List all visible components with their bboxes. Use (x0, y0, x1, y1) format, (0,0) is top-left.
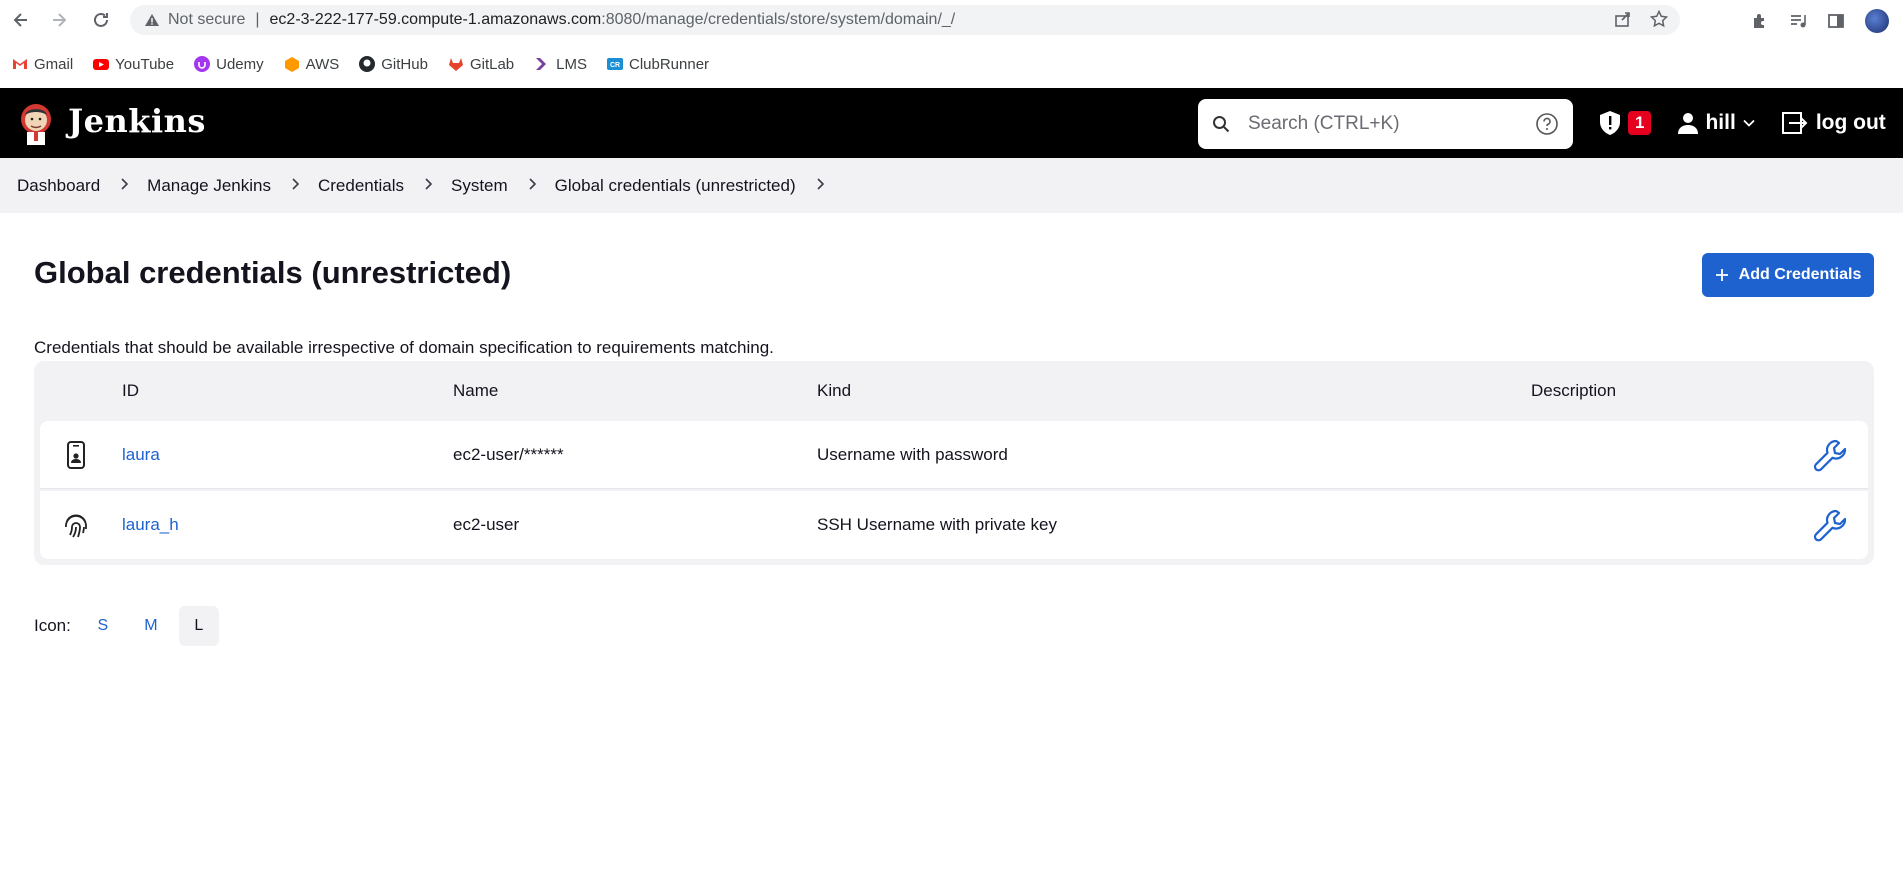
credential-kind: Username with password (817, 445, 1008, 464)
jenkins-header: Jenkins 1 hill log out (0, 88, 1903, 158)
search-input[interactable] (1248, 113, 1538, 135)
user-icon (1678, 113, 1699, 134)
bookmarks-bar: Gmail YouTube Udemy AWS GitHub GitLab LM… (0, 40, 1903, 88)
lms-icon (536, 58, 547, 70)
bookmark-label: Gmail (34, 55, 74, 73)
credential-id-link[interactable]: laura (122, 445, 160, 465)
logout-label: log out (1815, 111, 1886, 134)
url-host: ec2-3-222-177-59.compute-1.amazonaws.com (269, 11, 602, 28)
column-kind[interactable]: Kind (817, 381, 851, 401)
column-name[interactable]: Name (453, 381, 498, 401)
youtube-icon (93, 59, 110, 70)
browser-toolbar: Not secure | ec2-3-222-177-59.compute-1.… (0, 0, 1903, 40)
bookmark-label: YouTube (115, 55, 175, 73)
breadcrumb: Dashboard Manage Jenkins Credentials Sys… (0, 158, 1903, 213)
bookmark-label: Udemy (216, 55, 264, 73)
back-icon[interactable] (10, 9, 32, 31)
user-name: hill (1705, 111, 1736, 134)
clubrunner-icon: CR (607, 58, 623, 70)
bookmark-gitlab[interactable]: GitLab (448, 56, 514, 73)
page-title: Global credentials (unrestricted) (34, 255, 512, 290)
share-icon[interactable] (1614, 10, 1632, 28)
bookmark-label: LMS (556, 55, 587, 73)
separator: | (255, 11, 260, 28)
logout-icon (1781, 112, 1808, 134)
icon-size-medium[interactable]: M (131, 606, 171, 646)
chevron-right-icon[interactable] (291, 176, 301, 196)
bookmark-youtube[interactable]: YouTube (93, 56, 174, 73)
chevron-down-icon (1743, 119, 1755, 127)
user-menu[interactable]: hill (1677, 111, 1755, 135)
app-title[interactable]: Jenkins (68, 102, 206, 140)
chevron-right-icon[interactable] (120, 176, 130, 196)
help-icon[interactable] (1535, 112, 1559, 136)
icon-size-selector: Icon: S M L (34, 606, 219, 646)
credential-kind: SSH Username with private key (817, 515, 1057, 534)
github-icon (359, 56, 376, 72)
address-bar[interactable]: Not secure | ec2-3-222-177-59.compute-1.… (130, 5, 1680, 35)
add-credentials-label: Add Credentials (1738, 266, 1862, 283)
plus-icon (1715, 269, 1728, 281)
bookmark-lms[interactable]: LMS (534, 56, 587, 73)
wrench-icon[interactable] (1812, 437, 1850, 475)
breadcrumb-credentials[interactable]: Credentials (318, 176, 404, 196)
search-box[interactable] (1198, 99, 1573, 149)
icon-size-small[interactable]: S (83, 606, 123, 646)
chevron-right-icon[interactable] (816, 176, 826, 196)
chevron-right-icon[interactable] (424, 176, 434, 196)
media-icon[interactable] (1789, 12, 1807, 30)
url-path: :8080/manage/credentials/store/system/do… (601, 11, 956, 28)
jenkins-logo-icon[interactable] (17, 101, 55, 147)
breadcrumb-global-credentials[interactable]: Global credentials (unrestricted) (555, 176, 796, 196)
bookmark-aws[interactable]: AWS (284, 55, 340, 73)
security-label: Not secure (168, 11, 246, 28)
breadcrumb-dashboard[interactable]: Dashboard (17, 176, 100, 196)
bookmark-label: AWS (305, 55, 340, 73)
credentials-table: ID Name Kind Description laura ec2-user/… (34, 361, 1874, 565)
table-header: ID Name Kind Description (34, 361, 1874, 421)
icon-size-label: Icon: (34, 616, 71, 635)
bookmark-label: GitHub (381, 55, 428, 73)
gitlab-icon (448, 58, 463, 71)
column-description[interactable]: Description (1531, 381, 1616, 401)
breadcrumb-manage-jenkins[interactable]: Manage Jenkins (147, 176, 271, 196)
page-description: Credentials that should be available irr… (34, 338, 774, 357)
aws-icon (284, 57, 299, 72)
credential-name: ec2-user (453, 515, 520, 534)
svg-text:CR: CR (610, 62, 620, 69)
bookmark-gmail[interactable]: Gmail (12, 56, 73, 73)
warning-icon (145, 14, 159, 26)
column-id[interactable]: ID (122, 381, 139, 401)
logout-button[interactable]: log out (1781, 111, 1886, 135)
breadcrumb-system[interactable]: System (451, 176, 508, 196)
bookmark-label: ClubRunner (629, 55, 710, 73)
credential-name: ec2-user/****** (453, 445, 564, 464)
reload-icon[interactable] (90, 9, 112, 31)
wrench-icon[interactable] (1812, 507, 1850, 545)
shield-icon[interactable] (1598, 110, 1622, 136)
id-card-icon (67, 441, 85, 469)
extensions-icon[interactable] (1751, 12, 1769, 30)
side-panel-icon[interactable] (1827, 12, 1845, 30)
bookmark-udemy[interactable]: Udemy (194, 56, 264, 73)
bookmark-github[interactable]: GitHub (359, 56, 428, 73)
forward-icon[interactable] (48, 9, 70, 31)
icon-size-large[interactable]: L (178, 606, 219, 646)
profile-avatar[interactable] (1865, 9, 1889, 33)
chevron-right-icon[interactable] (528, 176, 538, 196)
bookmark-star-icon[interactable] (1650, 10, 1668, 28)
table-row: laura_h ec2-user SSH Username with priva… (40, 491, 1868, 559)
search-icon (1213, 116, 1230, 133)
security-alert-badge[interactable]: 1 (1628, 111, 1652, 135)
add-credentials-button[interactable]: Add Credentials (1702, 253, 1874, 297)
gmail-icon (13, 59, 27, 69)
bookmark-label: GitLab (469, 55, 515, 73)
udemy-icon (194, 56, 211, 72)
fingerprint-icon (65, 514, 87, 538)
credential-id-link[interactable]: laura_h (122, 515, 179, 535)
bookmark-clubrunner[interactable]: CR ClubRunner (607, 56, 709, 73)
table-row: laura ec2-user/****** Username with pass… (40, 421, 1868, 489)
